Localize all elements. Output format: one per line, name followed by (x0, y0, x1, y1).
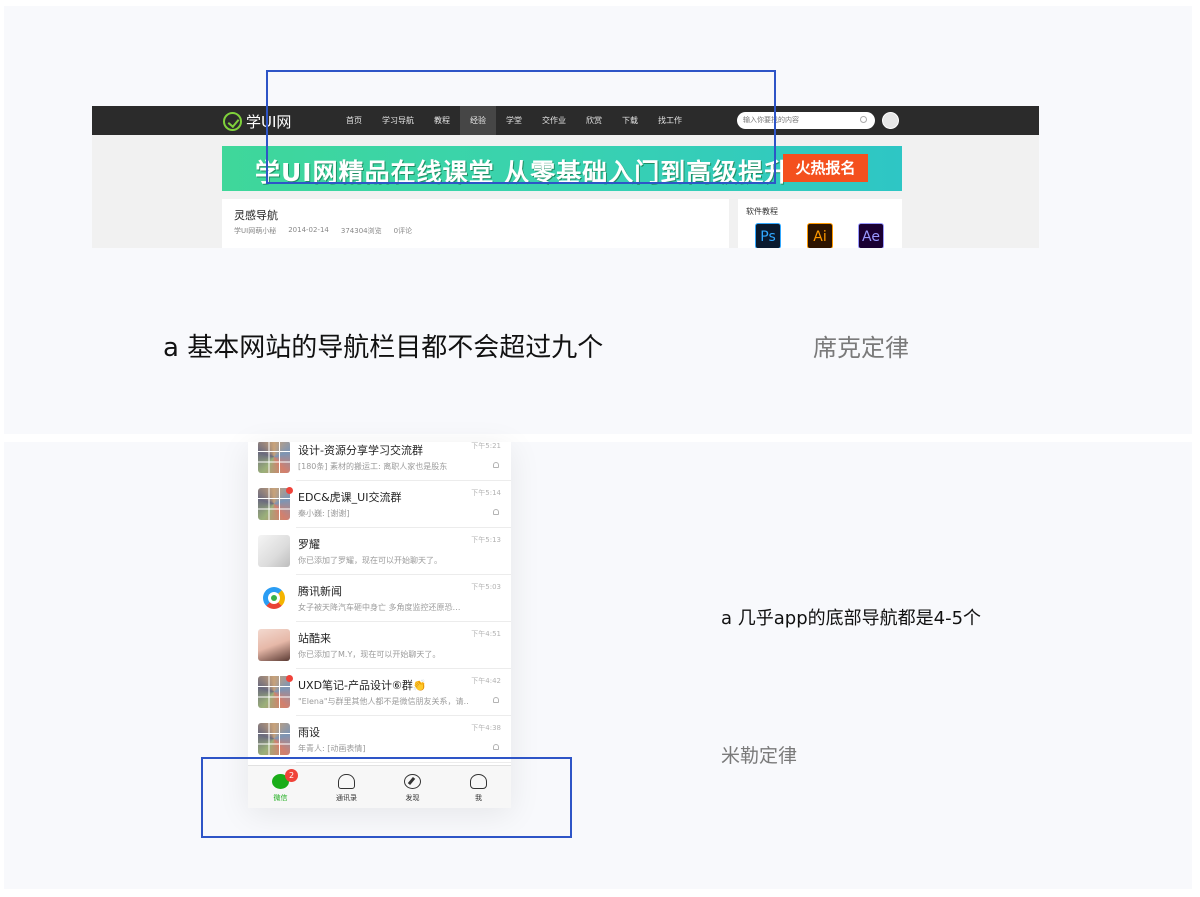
bell-mute-icon (493, 744, 499, 750)
bell-mute-icon (493, 697, 499, 703)
tencent-news-icon (258, 582, 290, 614)
law-miller: 米勒定律 (721, 745, 798, 767)
chat-time: 下午5:13 (471, 536, 501, 544)
list-item[interactable]: UXD笔记-产品设计⑥群👏 "Elena"与群里其他人都不是微信朋友关系，请… … (248, 669, 511, 716)
bell-mute-icon (493, 462, 499, 468)
chat-time: 下午5:03 (471, 583, 501, 591)
chat-preview: 女子被天降汽车砸中身亡 多角度监控还原恐… (298, 603, 461, 612)
avatar (258, 535, 290, 567)
list-item[interactable]: EDC&虎课_UI交流群 秦小巍: [谢谢] 下午5:14 (248, 481, 511, 528)
article-views: 374304浏览 (340, 227, 382, 235)
article-meta: 学UI网萌小秘 2014-02-14 374304浏览 0评论 (234, 226, 412, 236)
chat-preview: 你已添加了罗耀，现在可以开始聊天了。 (298, 556, 442, 565)
tabbar-highlight-box (201, 757, 572, 838)
chat-time: 下午5:14 (471, 489, 501, 497)
wechat-screenshot: 设计-资源分享学习交流群 [180条] 素材的搬运工: 离职人家也是股东 下午5… (248, 442, 511, 808)
list-item[interactable]: 站酷来 你已添加了M.Y，现在可以开始聊天了。 下午4:51 (248, 622, 511, 669)
chat-preview: "Elena"与群里其他人都不是微信朋友关系，请… (298, 697, 468, 706)
article-card: 灵感导航 学UI网萌小秘 2014-02-14 374304浏览 0评论 (222, 199, 729, 248)
news-dot-icon (271, 595, 277, 601)
chat-preview: 年青人: [动画表情] (298, 744, 366, 753)
chat-name: EDC&虎课_UI交流群 (298, 491, 402, 504)
illustrator-icon[interactable]: Ai (807, 223, 833, 248)
chat-preview: 你已添加了M.Y，现在可以开始聊天了。 (298, 650, 441, 659)
caption-app-tabbar: a 几乎app的底部导航都是4-5个 (721, 608, 982, 629)
caption-website-nav: a 基本网站的导航栏目都不会超过九个 (163, 333, 604, 363)
chat-name: 雨设 (298, 726, 320, 739)
chat-preview: [180条] 素材的搬运工: 离职人家也是股东 (298, 462, 448, 471)
chat-time: 下午4:42 (471, 677, 501, 685)
group-avatar (258, 442, 290, 473)
group-avatar (258, 723, 290, 755)
chat-name: 站酷来 (298, 632, 331, 645)
chat-time: 下午5:21 (471, 442, 501, 450)
law-hick: 席克定律 (813, 334, 909, 362)
chat-time: 下午4:38 (471, 724, 501, 732)
after-effects-icon[interactable]: Ae (858, 223, 884, 248)
search-icon[interactable] (860, 116, 867, 123)
software-tutorials-card: 软件教程 Ps Ai Ae (738, 199, 902, 248)
chat-time: 下午4:51 (471, 630, 501, 638)
list-item[interactable]: 设计-资源分享学习交流群 [180条] 素材的搬运工: 离职人家也是股东 下午5… (248, 442, 511, 481)
bell-mute-icon (493, 509, 499, 515)
chat-name: 罗耀 (298, 538, 320, 551)
photoshop-icon[interactable]: Ps (755, 223, 781, 248)
nav-highlight-box (266, 70, 776, 184)
list-item[interactable]: 雨设 年青人: [动画表情] 下午4:38 (248, 716, 511, 763)
article-author: 学UI网萌小秘 (234, 227, 277, 235)
signup-button[interactable]: 火热报名 (783, 154, 868, 182)
logo-icon (223, 111, 242, 131)
article-comments[interactable]: 0评论 (394, 226, 412, 236)
chat-name: 设计-资源分享学习交流群 (298, 444, 423, 457)
avatar[interactable] (882, 112, 899, 129)
avatar (258, 629, 290, 661)
bottom-panel (4, 442, 1192, 889)
group-avatar (258, 488, 290, 520)
chat-name: 腾讯新闻 (298, 585, 342, 598)
article-date: 2014-02-14 (288, 226, 329, 234)
unread-dot (286, 487, 293, 494)
list-item[interactable]: 腾讯新闻 女子被天降汽车砸中身亡 多角度监控还原恐… 下午5:03 (248, 575, 511, 622)
sidebar-title: 软件教程 (746, 207, 778, 216)
unread-dot (286, 675, 293, 682)
group-avatar (258, 676, 290, 708)
chat-preview: 秦小巍: [谢谢] (298, 509, 350, 518)
article-title[interactable]: 灵感导航 (234, 207, 278, 223)
list-item[interactable]: 罗耀 你已添加了罗耀，现在可以开始聊天了。 下午5:13 (248, 528, 511, 575)
chat-name: UXD笔记-产品设计⑥群👏 (298, 679, 427, 692)
